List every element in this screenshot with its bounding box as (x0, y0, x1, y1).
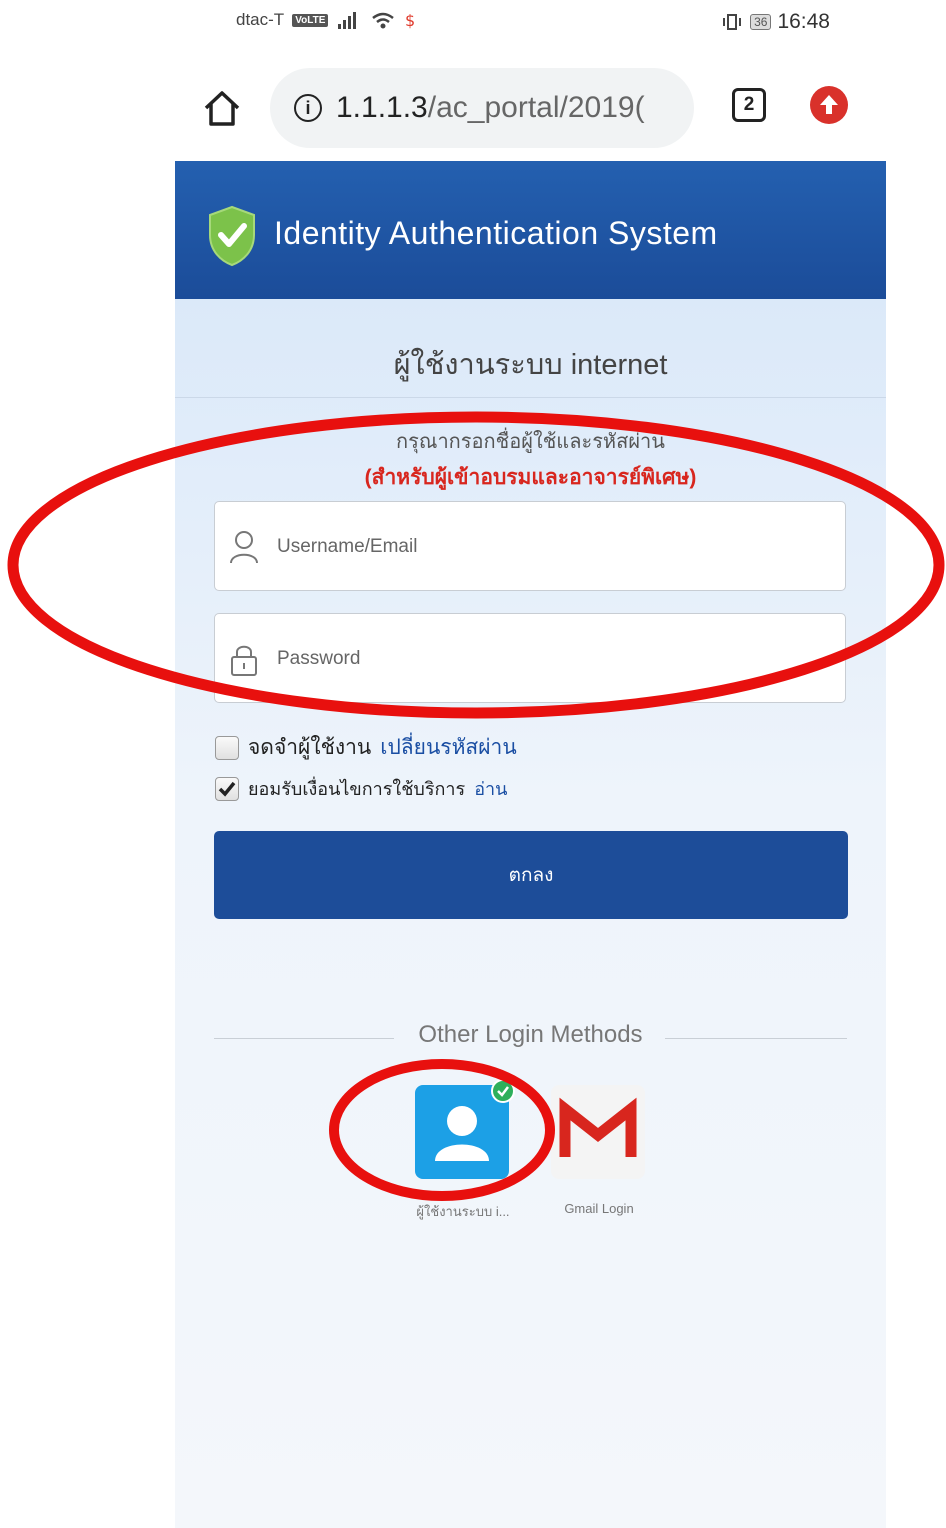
login-method-user[interactable]: ผู้ใช้งานระบบ i... (415, 1079, 515, 1222)
info-icon[interactable]: i (294, 94, 322, 122)
submit-button[interactable]: ตกลง (214, 831, 848, 919)
app-header: Identity Authentication System (175, 161, 886, 299)
home-icon[interactable] (200, 86, 244, 130)
charging-money-icon: $ (405, 11, 415, 30)
page-title: ผู้ใช้งานระบบ internet (393, 349, 668, 381)
carrier-name: dtac-T (236, 10, 285, 29)
user-login-tile[interactable] (415, 1079, 515, 1179)
url-text: 1.1.1.3/ac_portal/2019( (336, 91, 645, 124)
accept-terms-label: ยอมรับเงื่อนไขการใช้บริการ (248, 779, 466, 799)
lock-icon (231, 645, 257, 676)
svg-text:$: $ (405, 11, 415, 30)
address-bar[interactable]: i 1.1.1.3/ac_portal/2019( (270, 68, 694, 148)
username-field[interactable] (214, 501, 846, 592)
username-input[interactable] (275, 502, 839, 592)
volte-badge: VoLTE (292, 13, 329, 27)
gmail-login-label: Gmail Login (564, 1201, 634, 1216)
selected-check-icon (491, 1079, 515, 1103)
gmail-icon (559, 1097, 637, 1157)
app-title: Identity Authentication System (274, 215, 718, 251)
terms-row: ยอมรับเงื่อนไขการใช้บริการ อ่าน (215, 774, 507, 803)
remember-checkbox[interactable] (215, 735, 239, 760)
signal-icon (338, 12, 357, 29)
tab-switcher-button[interactable]: 2 (732, 88, 766, 122)
clock: 16:48 (777, 10, 830, 33)
remember-label: จดจำผู้ใช้งาน (248, 736, 372, 759)
password-field[interactable] (214, 613, 846, 704)
battery-level: 36 (750, 14, 772, 30)
browser-toolbar: i 1.1.1.3/ac_portal/2019( 2 (0, 62, 946, 152)
user-login-label: ผู้ใช้งานระบบ i... (416, 1204, 510, 1219)
checkmark-icon (218, 781, 236, 797)
login-instruction: กรุณากรอกชื่อผู้ใช้และรหัสผ่าน (396, 431, 665, 453)
login-panel: ผู้ใช้งานระบบ internet กรุณากรอกชื่อผู้ใ… (175, 299, 886, 1528)
gmail-login-tile[interactable] (551, 1085, 645, 1179)
login-method-gmail[interactable]: Gmail Login (551, 1085, 647, 1216)
user-icon (230, 531, 258, 564)
read-terms-link[interactable]: อ่าน (474, 774, 507, 803)
change-password-link[interactable]: เปลี่ยนรหัสผ่าน (380, 731, 516, 764)
wifi-icon (372, 12, 395, 29)
shield-check-icon (209, 205, 255, 267)
update-icon[interactable] (810, 86, 848, 124)
remember-row: จดจำผู้ใช้งาน เปลี่ยนรหัสผ่าน (215, 731, 517, 764)
status-bar: dtac-T VoLTE $ 36 16:48 (0, 0, 946, 46)
divider (175, 397, 886, 398)
login-instruction-highlight: (สำหรับผู้เข้าอบรมและอาจารย์พิเศษ) (364, 466, 697, 489)
password-input[interactable] (275, 614, 839, 704)
other-login-title: Other Login Methods (418, 1021, 643, 1048)
vibrate-icon (723, 14, 742, 30)
accept-terms-checkbox[interactable] (215, 776, 239, 801)
